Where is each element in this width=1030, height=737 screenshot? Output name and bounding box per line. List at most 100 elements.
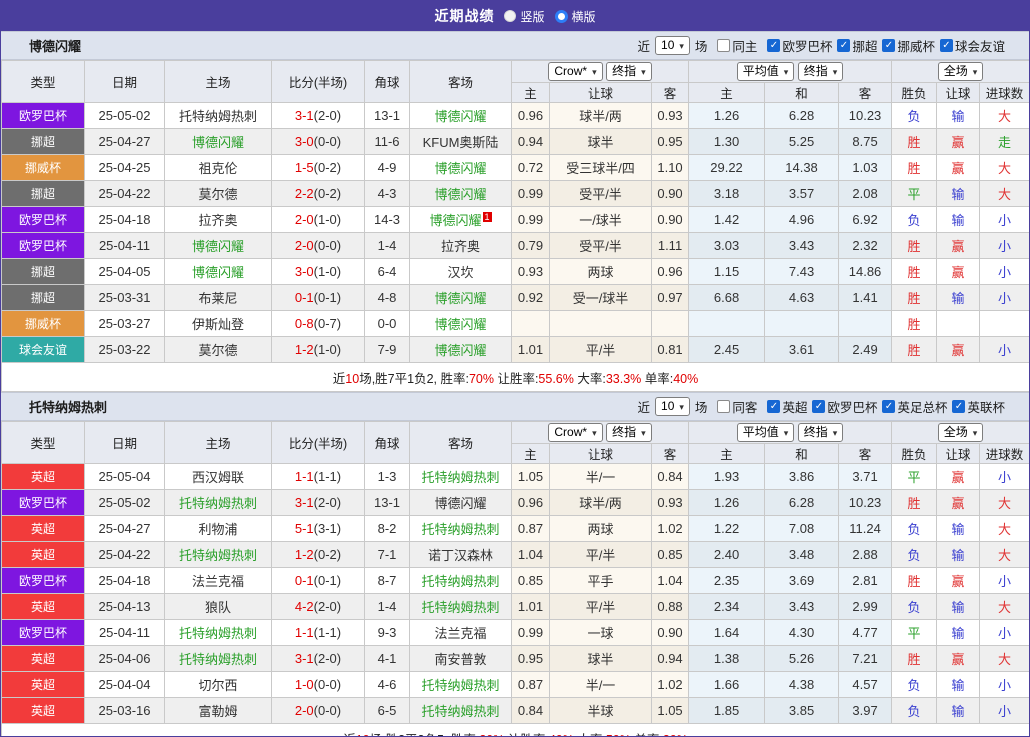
- average-select[interactable]: 平均值 ▾: [736, 62, 795, 81]
- match-row: 挪超 25-04-05 博德闪耀 3-0(1-0) 6-4 汉坎 0.93 两球 0.96 1.1…: [1, 258, 1029, 285]
- match-count-select[interactable]: 10 ▾: [655, 36, 690, 55]
- checkbox-unchecked-icon[interactable]: [717, 39, 731, 52]
- league-badge: 挪威杯: [1, 310, 85, 337]
- subheader-crow-away: 客: [650, 443, 690, 464]
- final-odds-select[interactable]: 终指 ▾: [606, 62, 652, 81]
- crow-odds-away: [650, 310, 690, 337]
- league-badge: 挪超: [1, 284, 85, 311]
- league-filter[interactable]: ✓ 挪超: [837, 36, 877, 55]
- halftime-score: (0-1): [313, 573, 342, 588]
- result-winloss: 负: [891, 593, 938, 620]
- away-team: 托特纳姆热刺: [409, 593, 512, 620]
- checkbox-checked-icon[interactable]: ✓: [767, 39, 781, 52]
- layout-radio-horizontal[interactable]: 横版: [554, 8, 596, 25]
- crow-odds-home: 0.84: [511, 697, 550, 724]
- crow-handicap: 平/半: [549, 593, 652, 620]
- checkbox-checked-icon[interactable]: ✓: [939, 39, 953, 52]
- checkbox-checked-icon[interactable]: ✓: [767, 400, 781, 413]
- same-away-label: 同客: [732, 401, 758, 415]
- away-team: 诺丁汉森林: [409, 541, 512, 568]
- home-team: 博德闪耀: [164, 258, 272, 285]
- match-row: 挪威杯 25-04-25 祖克伦 1-5(0-2) 4-9 博德闪耀 0.72 受三球半/四 1…: [1, 154, 1029, 181]
- result-goals: 大: [979, 593, 1029, 620]
- match-count-select[interactable]: 10 ▾: [655, 397, 690, 416]
- league-filter[interactable]: ✓ 英超: [767, 397, 807, 416]
- corner-score: 8-2: [364, 515, 410, 542]
- result-handicap: 输: [936, 541, 981, 568]
- halftime-score: (0-0): [313, 677, 342, 692]
- league-filter[interactable]: ✓ 欧罗巴杯: [812, 397, 877, 416]
- score-cell: 2-0(1-0): [271, 206, 365, 233]
- avg-odds-away: [838, 310, 893, 337]
- checkbox-checked-icon[interactable]: ✓: [812, 400, 826, 413]
- away-team: 托特纳姆热刺: [409, 567, 512, 594]
- corner-score: 4-3: [364, 180, 410, 207]
- checkbox-unchecked-icon[interactable]: [717, 400, 731, 413]
- halftime-score: (0-2): [313, 186, 342, 201]
- fulltime-score: 1-5: [294, 160, 314, 175]
- checkbox-checked-icon[interactable]: ✓: [882, 39, 896, 52]
- subheader-goals: 进球数: [979, 82, 1029, 103]
- subheader-avg-draw: 和: [764, 82, 840, 103]
- crow-handicap: 一/球半: [549, 206, 652, 233]
- subheader-avg-home: 主: [688, 82, 766, 103]
- chevron-down-icon: ▾: [832, 66, 838, 77]
- avg-odds-home: 29.22: [688, 154, 766, 181]
- away-team: 博德闪耀: [409, 336, 512, 363]
- final-odds-select-2[interactable]: 终指 ▾: [797, 62, 844, 81]
- crow-odds-home: 0.72: [511, 154, 550, 181]
- result-handicap: 赢: [936, 232, 981, 259]
- fulltime-score: 2-0: [294, 212, 314, 227]
- corner-score: 4-8: [364, 284, 410, 311]
- layout-radio-vertical[interactable]: 竖版: [504, 8, 545, 25]
- avg-odds-away: 4.57: [838, 671, 893, 698]
- average-select[interactable]: 平均值 ▾: [736, 423, 795, 442]
- subheader-handicap: 让球: [936, 82, 981, 103]
- radio-selected-icon[interactable]: [554, 9, 568, 23]
- fulltime-score: 1-1: [294, 469, 314, 484]
- result-handicap: 输: [936, 284, 981, 311]
- page-title: 近期战绩: [434, 8, 495, 24]
- away-team: 博德闪耀: [409, 154, 512, 181]
- checkbox-checked-icon[interactable]: ✓: [952, 400, 966, 413]
- score-cell: 3-1(2-0): [271, 645, 365, 672]
- crow-company-select[interactable]: Crow* ▾: [548, 62, 603, 81]
- checkbox-checked-icon[interactable]: ✓: [837, 39, 851, 52]
- summary-text: 大率:: [573, 371, 606, 386]
- league-filter[interactable]: ✓ 英联杯: [952, 397, 1005, 416]
- score-cell: 4-2(2-0): [271, 593, 365, 620]
- team-name: 托特纳姆热刺: [29, 400, 108, 415]
- home-team: 托特纳姆热刺: [164, 541, 272, 568]
- fulltime-select[interactable]: 全场 ▾: [937, 62, 984, 81]
- radio-unselected-icon[interactable]: [504, 10, 517, 22]
- league-filter[interactable]: ✓ 英足总杯: [882, 397, 947, 416]
- match-row: 英超 25-04-04 切尔西 1-0(0-0) 4-6 托特纳姆热刺 0.87 半/一 1.0…: [1, 671, 1029, 698]
- final-odds-select-2[interactable]: 终指 ▾: [797, 423, 844, 442]
- result-goals: 小: [979, 206, 1029, 233]
- result-goals: 小: [979, 284, 1029, 311]
- avg-odds-draw: 4.63: [764, 284, 840, 311]
- halftime-score: (2-0): [313, 108, 342, 123]
- avg-odds-draw: 3.48: [764, 541, 840, 568]
- crow-company-select[interactable]: Crow* ▾: [548, 423, 603, 442]
- avg-odds-home: 6.68: [688, 284, 766, 311]
- league-filter[interactable]: ✓ 欧罗巴杯: [767, 36, 832, 55]
- col-header-away: 客场: [409, 60, 512, 103]
- league-filter[interactable]: ✓ 球会友谊: [939, 36, 1005, 55]
- avg-odds-draw: 3.69: [764, 567, 840, 594]
- corner-score: 11-6: [364, 128, 410, 155]
- avg-odds-home: 1.22: [688, 515, 766, 542]
- result-goals: 大: [979, 645, 1029, 672]
- league-filter[interactable]: ✓ 挪威杯: [882, 36, 935, 55]
- checkbox-checked-icon[interactable]: ✓: [882, 400, 896, 413]
- same-away-filter[interactable]: 同客: [717, 397, 757, 416]
- final-odds-select[interactable]: 终指 ▾: [606, 423, 652, 442]
- crow-handicap: 一球: [549, 619, 652, 646]
- result-goals: 小: [979, 567, 1029, 594]
- same-home-filter[interactable]: 同主: [717, 36, 757, 55]
- crow-odds-away: 0.90: [650, 180, 690, 207]
- col-header-type: 类型: [1, 421, 85, 464]
- chevron-down-icon: ▾: [783, 66, 789, 77]
- crow-handicap: [549, 310, 652, 337]
- fulltime-select[interactable]: 全场 ▾: [937, 423, 984, 442]
